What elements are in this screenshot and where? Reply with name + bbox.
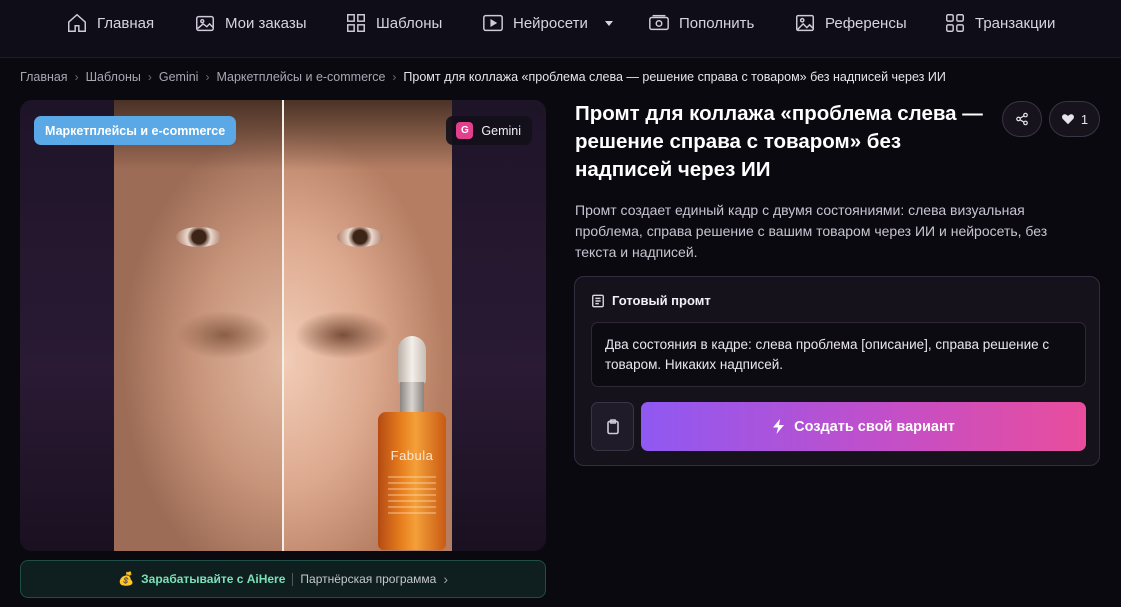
- nav-home-label: Главная: [97, 14, 155, 32]
- wallet-icon: [649, 14, 669, 31]
- share-button[interactable]: [1002, 101, 1042, 137]
- nav-top-up[interactable]: Пополнить: [648, 11, 754, 35]
- grid-icon: [347, 14, 365, 32]
- serum-bottle: Fabula: [378, 336, 446, 550]
- template-description: Промт создает единый кадр с двумя состоя…: [575, 202, 1048, 260]
- breadcrumb-separator-icon: ›: [205, 70, 210, 84]
- breadcrumb-home[interactable]: Главная: [20, 70, 68, 84]
- heart-icon: [1061, 114, 1074, 125]
- bottle-neck: [400, 382, 424, 412]
- nav-transactions-label: Транзакции: [975, 14, 1056, 32]
- nav-home[interactable]: Главная: [66, 11, 154, 35]
- like-count: 1: [1080, 111, 1089, 127]
- model-badge-label: Gemini: [481, 123, 521, 138]
- ready-prompt-card: Готовый промт Два состояния в кадре: сле…: [574, 276, 1100, 466]
- create-variant-label: Создать свой вариант: [794, 418, 955, 435]
- create-variant-button[interactable]: Создать свой вариант: [641, 402, 1086, 451]
- breadcrumb-gemini[interactable]: Gemini: [159, 70, 199, 84]
- nav-neural-networks[interactable]: Нейросети: [482, 11, 615, 35]
- partner-divider: [292, 572, 294, 586]
- bottle-cap: [398, 336, 426, 384]
- breadcrumb-separator-icon: ›: [74, 70, 79, 84]
- like-button[interactable]: 1: [1049, 101, 1100, 137]
- before-after-photo: Fabula: [114, 100, 452, 551]
- top-navigation: Главная Мои заказы Шаблоны Нейросети Поп…: [0, 0, 1121, 58]
- images-icon: [196, 15, 214, 32]
- breadcrumb-separator-icon: ›: [147, 70, 152, 84]
- chevron-down-icon: [604, 21, 613, 26]
- prompt-heading-label: Готовый промт: [612, 293, 711, 308]
- home-icon: [68, 13, 86, 32]
- nav-references[interactable]: Референсы: [794, 11, 907, 35]
- nav-top-up-label: Пополнить: [679, 14, 755, 32]
- copy-prompt-button[interactable]: [591, 402, 634, 451]
- clipboard-icon: [606, 418, 619, 434]
- breadcrumb-marketplaces[interactable]: Маркетплейсы и e-commerce: [216, 70, 385, 84]
- money-bag-icon: 💰: [117, 571, 135, 586]
- gemini-icon: G: [456, 122, 474, 139]
- nav-references-label: Референсы: [825, 14, 907, 32]
- share-icon: [1016, 112, 1028, 126]
- breadcrumb-templates[interactable]: Шаблоны: [86, 70, 141, 84]
- preview-image-card[interactable]: Fabula Маркетплейсы и e-commerce G Gemin…: [20, 100, 546, 551]
- hair-shadow-right: [283, 100, 452, 170]
- apps-icon: [946, 14, 964, 32]
- breadcrumb-current: Промт для коллажа «проблема слева — реше…: [403, 70, 946, 84]
- prompt-text[interactable]: Два состояния в кадре: слева проблема [о…: [591, 322, 1086, 387]
- eye-right: [337, 227, 383, 247]
- nav-templates-label: Шаблоны: [376, 14, 443, 32]
- partner-earn-text: Зарабатывайте с AiHere: [141, 572, 286, 586]
- page-title: Промт для коллажа «проблема слева — реше…: [575, 102, 983, 181]
- model-badge[interactable]: G Gemini: [446, 116, 532, 145]
- breadcrumb: Главная › Шаблоны › Gemini › Маркетплейс…: [20, 68, 946, 86]
- category-badge[interactable]: Маркетплейсы и e-commerce: [34, 116, 237, 145]
- nav-transactions[interactable]: Транзакции: [944, 11, 1055, 35]
- partner-program-text: Партнёрская программа: [300, 572, 437, 586]
- breadcrumb-separator-icon: ›: [392, 70, 397, 84]
- nav-neural-networks-label: Нейросети: [513, 14, 588, 32]
- nav-templates[interactable]: Шаблоны: [345, 11, 442, 35]
- image-icon: [796, 14, 814, 32]
- chevron-right-icon: ›: [443, 571, 449, 587]
- bottle-brand: Fabula: [390, 448, 434, 463]
- nav-my-orders-label: Мои заказы: [225, 14, 307, 32]
- prompt-heading: Готовый промт: [591, 293, 711, 308]
- bottle-label-print: [388, 476, 436, 516]
- play-icon: [483, 14, 503, 32]
- eye-left: [176, 227, 222, 247]
- lightning-icon: [773, 419, 785, 434]
- document-icon: [592, 294, 604, 307]
- nav-my-orders[interactable]: Мои заказы: [194, 11, 307, 35]
- split-divider: [282, 100, 284, 551]
- partner-program-banner[interactable]: 💰 Зарабатывайте с AiHere Партнёрская про…: [20, 560, 546, 598]
